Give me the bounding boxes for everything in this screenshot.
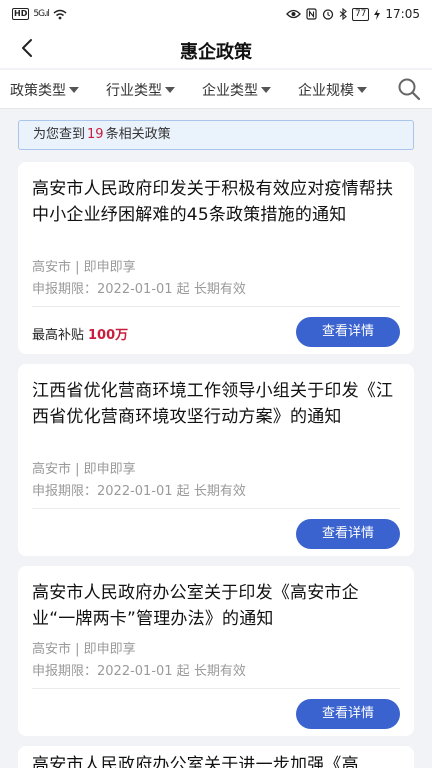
policy-region: 高安市 | 即申即享 [32, 642, 136, 657]
battery-icon: 77 [351, 7, 370, 21]
policy-deadline: 申报期限：2022-01-01 起 长期有效 [32, 484, 246, 499]
filter-policy-type[interactable]: 政策类型 [10, 80, 79, 100]
caret-down-icon [357, 87, 367, 93]
banner-prefix: 为您查到 [33, 127, 86, 142]
eye-icon [286, 9, 301, 19]
filter-label: 政策类型 [10, 83, 66, 99]
result-count: 19 [87, 127, 104, 142]
nav-bar: 惠企政策 [0, 30, 432, 68]
policy-region: 高安市 | 即申即享 [32, 260, 136, 275]
view-details-button[interactable]: 查看详情 [296, 317, 400, 347]
banner-suffix: 条相关政策 [105, 127, 171, 142]
subsidy-info: 最高补贴 100万 [32, 324, 128, 343]
filter-industry-type[interactable]: 行业类型 [106, 80, 175, 100]
card-divider [32, 688, 400, 689]
policy-card[interactable]: 江西省优化营商环境工作领导小组关于印发《江西省优化营商环境攻坚行动方案》的通知 … [18, 364, 414, 556]
filter-enterprise-size[interactable]: 企业规模 [298, 80, 367, 100]
wifi-icon [53, 9, 67, 19]
filter-label: 企业类型 [202, 83, 258, 99]
filter-bar: 政策类型 行业类型 企业类型 企业规模 [0, 70, 432, 109]
policy-title: 高安市人民政府办公室关于进一步加强《高 [32, 755, 359, 768]
policy-title: 江西省优化营商环境工作领导小组关于印发《江西省优化营商环境攻坚行动方案》的通知 [32, 381, 394, 427]
policy-card[interactable]: 高安市人民政府办公室关于印发《高安市企业“一牌两卡”管理办法》的通知 高安市 |… [18, 566, 414, 736]
status-left: HD 5G.ıl [12, 8, 67, 20]
status-time: 17:05 [385, 7, 420, 21]
signal-icon: 5G.ıl [33, 9, 50, 19]
view-details-button[interactable]: 查看详情 [296, 519, 400, 549]
caret-down-icon [261, 87, 271, 93]
status-bar: HD 5G.ıl 77 17:05 [0, 0, 432, 30]
view-details-button[interactable]: 查看详情 [296, 699, 400, 729]
policy-card[interactable]: 高安市人民政府办公室关于进一步加强《高 [18, 746, 414, 768]
caret-down-icon [69, 87, 79, 93]
search-icon[interactable] [396, 76, 422, 102]
nfc-icon [306, 8, 317, 20]
filter-label: 行业类型 [106, 83, 162, 99]
charging-icon [374, 8, 381, 20]
policy-card[interactable]: 高安市人民政府印发关于积极有效应对疫情帮扶中小企业纾困解难的45条政策措施的通知… [18, 162, 414, 354]
caret-down-icon [165, 87, 175, 93]
card-divider [32, 508, 400, 509]
card-divider [32, 306, 400, 307]
policy-deadline: 申报期限：2022-01-01 起 长期有效 [32, 664, 246, 679]
filter-enterprise-type[interactable]: 企业类型 [202, 80, 271, 100]
filter-label: 企业规模 [298, 83, 354, 99]
policy-title: 高安市人民政府印发关于积极有效应对疫情帮扶中小企业纾困解难的45条政策措施的通知 [32, 179, 394, 225]
alarm-icon [322, 9, 334, 20]
subsidy-label: 最高补贴 [32, 328, 85, 343]
hd-badge: HD [12, 8, 30, 20]
bluetooth-icon [339, 8, 347, 20]
status-right: 77 17:05 [286, 7, 420, 21]
policy-title: 高安市人民政府办公室关于印发《高安市企业“一牌两卡”管理办法》的通知 [32, 583, 359, 629]
policy-region: 高安市 | 即申即享 [32, 462, 136, 477]
result-count-banner: 为您查到 19 条相关政策 [18, 120, 414, 150]
page-title: 惠企政策 [180, 42, 252, 63]
policy-deadline: 申报期限：2022-01-01 起 长期有效 [32, 282, 246, 297]
subsidy-amount: 100万 [88, 328, 129, 343]
